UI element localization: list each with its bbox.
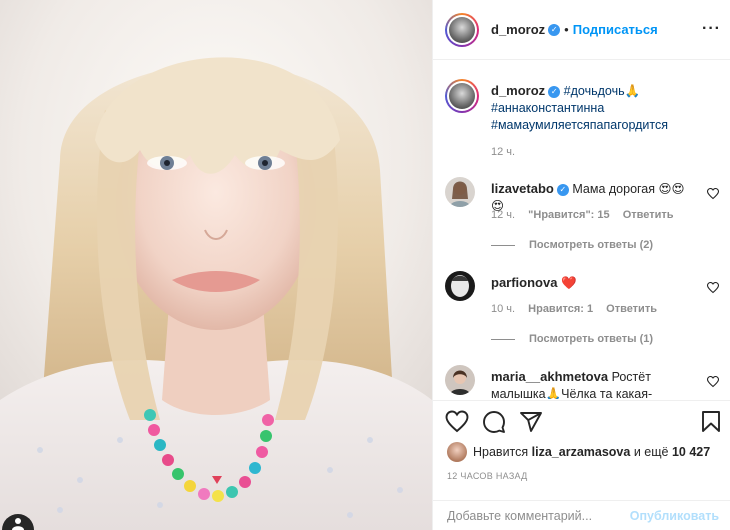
comment-input[interactable] (433, 501, 633, 530)
comment-time[interactable]: 10 ч. (491, 303, 515, 315)
liked-by-user[interactable]: liza_arzamasova (532, 445, 631, 459)
like-heart-icon[interactable] (445, 410, 469, 434)
caption-author-username[interactable]: d_moroz (491, 83, 545, 98)
comment-time[interactable]: 12 ч. (491, 209, 515, 221)
liked-by-summary: Нравится liza_arzamasova и ещё 10 427 (447, 442, 710, 462)
commenter-avatar[interactable] (445, 365, 475, 395)
caption-time[interactable]: 12 ч. (491, 146, 515, 158)
verified-badge-icon: ✓ (548, 23, 561, 36)
share-paper-plane-icon[interactable] (519, 410, 543, 434)
hashtag-link[interactable]: #аннаконстантинна (491, 101, 604, 115)
post-photo[interactable] (0, 0, 432, 530)
user-avatar-indicator[interactable] (0, 507, 36, 530)
view-replies-button[interactable]: Посмотреть ответы (1) (491, 333, 653, 345)
reply-button[interactable]: Ответить (606, 303, 657, 315)
like-comment-heart-icon[interactable] (706, 187, 720, 200)
view-replies-label: Посмотреть ответы (2) (529, 239, 654, 251)
header-meta: d_moroz ✓ • Подписаться (491, 21, 658, 39)
commenter-username[interactable]: parfionova (491, 275, 557, 290)
comment-likes[interactable]: "Нравится": 15 (528, 209, 609, 221)
comment-meta: 12 ч. "Нравится": 15 Ответить (491, 209, 684, 221)
liked-by-prefix: Нравится (473, 445, 529, 459)
hashtag-link[interactable]: #дочьдочь🙏 (564, 84, 641, 98)
verified-badge-icon: ✓ (548, 85, 561, 98)
like-comment-heart-icon[interactable] (706, 281, 720, 294)
comment-meta: 10 ч. Нравится: 1 Ответить (491, 303, 667, 315)
commenter-username[interactable]: maria__akhmetova (491, 369, 608, 384)
follow-button[interactable]: Подписаться (573, 22, 658, 37)
reply-button[interactable]: Ответить (623, 209, 674, 221)
comment-text: parfionova ❤️ (491, 274, 691, 292)
more-options-icon[interactable]: ··· (702, 20, 721, 38)
add-comment-bar: Опубликовать (433, 500, 730, 530)
separator-dot: • (564, 22, 569, 37)
author-avatar[interactable] (445, 13, 479, 47)
post-sidebar: d_moroz ✓ • Подписаться ··· d_moroz ✓ #дочьд… (432, 0, 730, 530)
publish-button[interactable]: Опубликовать (630, 509, 719, 523)
comment-text: maria__akhmetova Ростёт малышка🙏Чёлка та… (491, 368, 691, 399)
likes-count[interactable]: 10 427 (672, 445, 710, 459)
caption-text: d_moroz ✓ #дочьдочь🙏 #аннаконстантинна #м… (491, 82, 721, 134)
hashtag-link[interactable]: #мамаумиляетсяпапагордится (491, 118, 668, 132)
verified-badge-icon: ✓ (556, 183, 569, 196)
comment-content: ❤️ (560, 276, 577, 290)
view-replies-label: Посмотреть ответы (1) (529, 333, 654, 345)
commenter-avatar[interactable] (445, 271, 475, 301)
liker-avatar[interactable] (447, 442, 467, 462)
post-header: d_moroz ✓ • Подписаться ··· (433, 0, 730, 60)
photo-girl-portrait (0, 0, 432, 530)
view-replies-button[interactable]: Посмотреть ответы (2) (491, 239, 653, 251)
comments-list[interactable]: d_moroz ✓ #дочьдочь🙏 #аннаконстантинна #м… (433, 61, 730, 399)
post-actions: Нравится liza_arzamasova и ещё 10 427 12… (433, 400, 730, 500)
post-timestamp[interactable]: 12 часов назад (447, 471, 528, 481)
like-comment-heart-icon[interactable] (706, 375, 720, 388)
commenter-avatar[interactable] (445, 177, 475, 207)
user-icon (2, 514, 34, 530)
save-bookmark-icon[interactable] (699, 410, 723, 434)
author-username[interactable]: d_moroz (491, 22, 545, 37)
replies-divider (491, 338, 515, 340)
comment-likes[interactable]: Нравится: 1 (528, 303, 593, 315)
liked-by-middle: и ещё (633, 445, 669, 459)
commenter-username[interactable]: lizavetabo (491, 181, 554, 196)
caption-author-avatar[interactable] (445, 79, 479, 113)
replies-divider (491, 244, 515, 246)
comment-bubble-icon[interactable] (482, 410, 506, 434)
